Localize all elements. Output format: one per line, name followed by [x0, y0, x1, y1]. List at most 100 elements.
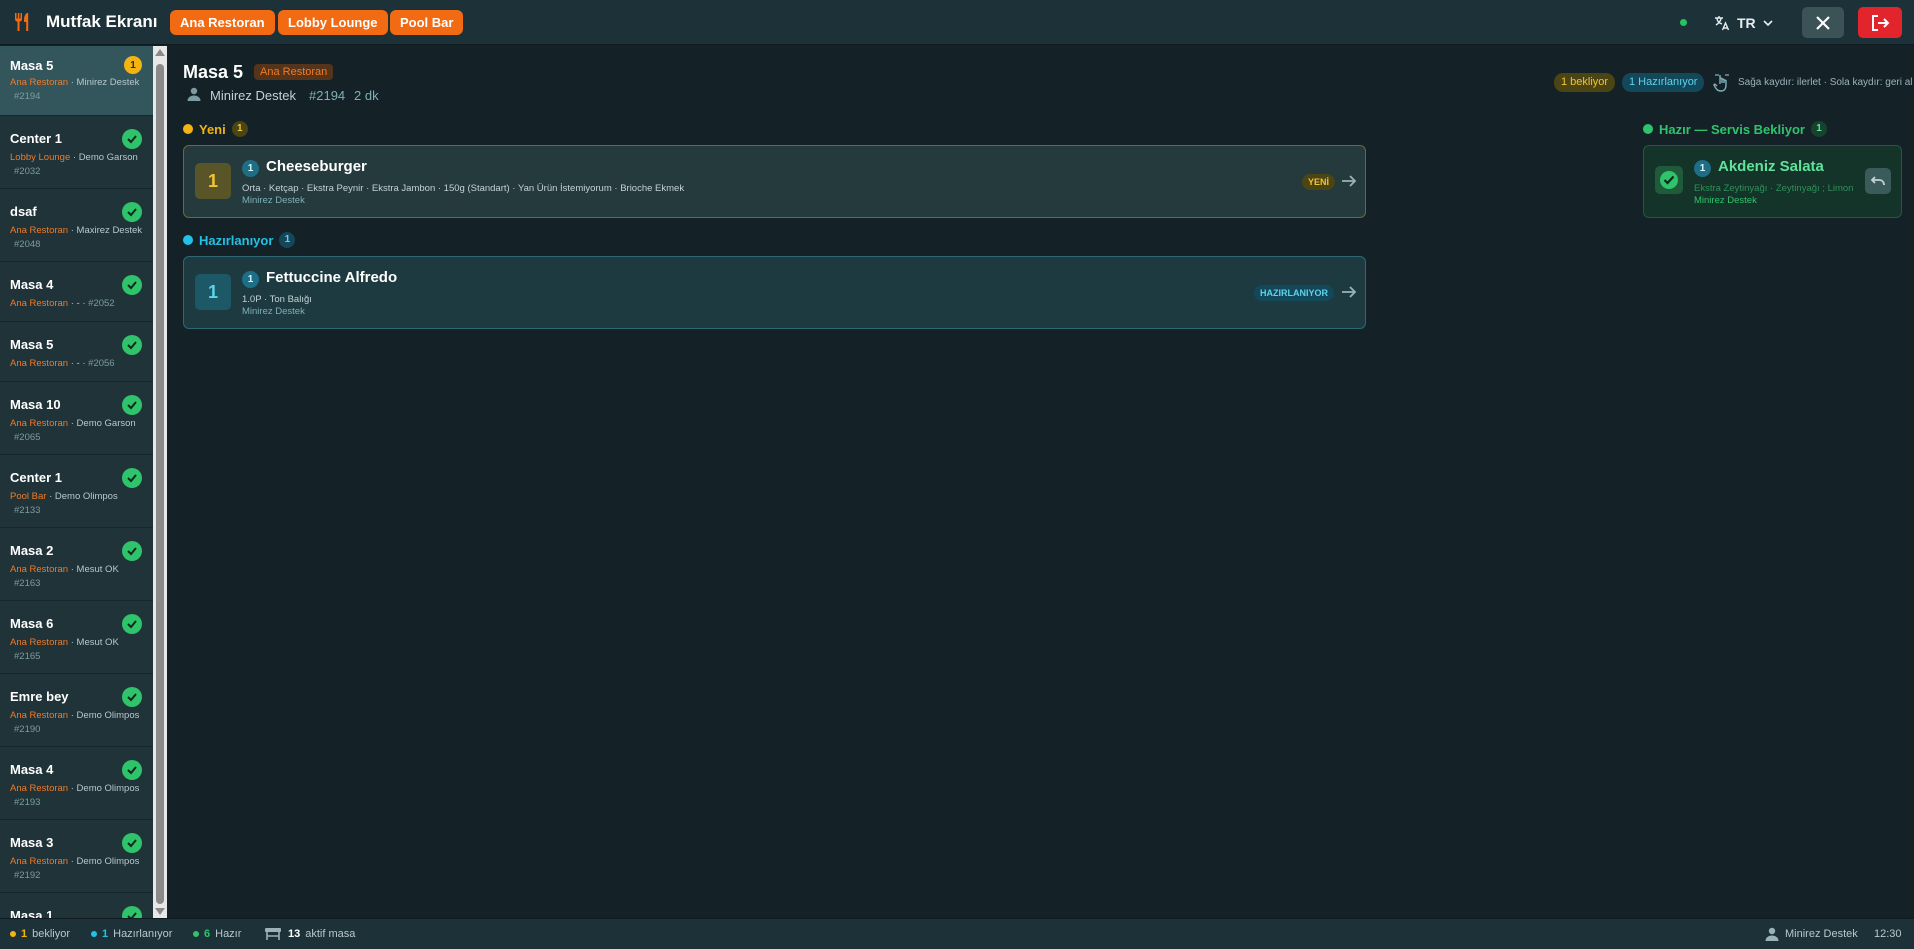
- check-circle-icon: [122, 760, 142, 780]
- section-ready-label: Hazır — Servis Bekliyor: [1659, 121, 1805, 137]
- item-card-new[interactable]: 1 1 Cheeseburger Orta · Ketçap · Ekstra …: [183, 145, 1366, 218]
- order-number: #2194: [309, 88, 346, 103]
- order-meta: Pool Bar · Demo Olimpos: [10, 491, 118, 502]
- order-title: Masa 5: [183, 62, 244, 82]
- order-list-item[interactable]: Center 1 Lobby Lounge · Demo Garson #203…: [0, 116, 153, 189]
- check-circle-icon: [122, 541, 142, 561]
- order-table-name: Masa 4: [10, 277, 54, 292]
- section-ready-header: Hazır — Servis Bekliyor 1: [1643, 121, 1827, 137]
- order-number: #2192: [14, 870, 41, 881]
- check-circle-icon: [122, 833, 142, 853]
- area-button-pool-bar[interactable]: Pool Bar: [390, 10, 464, 35]
- close-button[interactable]: [1802, 7, 1844, 38]
- check-circle-icon: [122, 906, 142, 918]
- status-badge-new: YENİ: [1302, 174, 1336, 190]
- translate-icon: [1715, 16, 1730, 31]
- order-list-item[interactable]: Emre bey Ana Restoran · Demo Olimpos #21…: [0, 674, 153, 747]
- order-meta: Ana Restoran · - · #2056: [10, 358, 115, 369]
- footer-user: Minirez Destek: [1764, 926, 1858, 942]
- swipe-hint: Sağa kaydır: ilerlet · Sola kaydır: geri…: [1738, 77, 1913, 88]
- order-number: #2065: [14, 432, 41, 443]
- user-icon: [187, 87, 201, 101]
- order-list-item[interactable]: Masa 10 Ana Restoran · Demo Garson #2065: [0, 382, 153, 455]
- check-circle-icon: [122, 129, 142, 149]
- item-name: Cheeseburger: [266, 158, 367, 175]
- waiting-count-pill: 1 bekliyor: [1554, 73, 1616, 92]
- order-table-name: Masa 2: [10, 543, 54, 558]
- area-button-ana-restoran[interactable]: Ana Restoran: [170, 10, 275, 35]
- logout-button[interactable]: [1858, 7, 1902, 38]
- chevron-down-icon: [1763, 20, 1773, 27]
- section-preparing-header: Hazırlanıyor 1: [183, 232, 296, 248]
- arrow-right-icon[interactable]: [1340, 283, 1358, 301]
- order-meta: Ana Restoran · Demo Garson: [10, 418, 136, 429]
- item-card-preparing[interactable]: 1 1 Fettuccine Alfredo 1.0P · Ton Balığı…: [183, 256, 1366, 329]
- order-meta: Ana Restoran · Minirez Destek: [10, 77, 140, 88]
- item-waiter: Minirez Destek: [242, 195, 305, 206]
- order-meta: Ana Restoran · Mesut OK: [10, 564, 119, 575]
- item-modifiers: 1.0P · Ton Balığı: [242, 294, 312, 305]
- section-ready-dot: [1643, 124, 1653, 134]
- section-preparing-count: 1: [279, 232, 296, 248]
- item-quantity-chip: 1: [1694, 160, 1711, 177]
- order-number: #2194: [14, 91, 41, 102]
- preparing-count-pill: 1 Hazırlanıyor: [1622, 73, 1705, 92]
- order-list-item[interactable]: Masa 5 1 Ana Restoran · Minirez Destek #…: [0, 46, 153, 116]
- order-list-item[interactable]: Masa 5 Ana Restoran · - · #2056: [0, 322, 153, 382]
- order-table-name: Masa 6: [10, 616, 54, 631]
- section-new-label: Yeni: [199, 121, 226, 137]
- order-table-name: Emre bey: [10, 689, 69, 704]
- undo-icon: [1870, 176, 1885, 186]
- check-circle-icon: [122, 275, 142, 295]
- check-circle-icon: [122, 614, 142, 634]
- top-bar: Mutfak Ekranı Ana Restoran Lobby Lounge …: [0, 0, 1914, 45]
- order-table-name: Masa 1: [10, 908, 54, 918]
- order-meta: Lobby Lounge · Demo Garson: [10, 152, 138, 163]
- section-new-header: Yeni 1: [183, 121, 248, 137]
- table-icon: [265, 928, 281, 940]
- section-ready-count: 1: [1810, 121, 1827, 137]
- order-list-item[interactable]: Center 1 Pool Bar · Demo Olimpos #2133: [0, 455, 153, 528]
- order-table-name: Masa 5: [10, 337, 54, 352]
- undo-button[interactable]: [1865, 168, 1891, 194]
- order-table-name: Center 1: [10, 131, 63, 146]
- footer-preparing: 1 Hazırlanıyor: [91, 928, 172, 940]
- sidebar-scrollbar[interactable]: [153, 46, 167, 918]
- order-list-item[interactable]: Masa 6 Ana Restoran · Mesut OK #2165: [0, 601, 153, 674]
- logout-icon: [1872, 14, 1890, 31]
- order-detail: Masa 5 Ana Restoran Minirez Destek #2194…: [168, 46, 1914, 918]
- swipe-hand-icon: [1713, 74, 1729, 92]
- check-circle-icon: [122, 335, 142, 355]
- item-modifiers: Ekstra Zeytinyağı · Zeytinyağı ; Limon: [1694, 183, 1854, 194]
- scroll-up-arrow-icon[interactable]: [155, 49, 165, 56]
- order-list-item[interactable]: dsaf Ana Restoran · Maxirez Destek #2048: [0, 189, 153, 262]
- footer-waiting: 1 bekliyor: [10, 928, 70, 940]
- order-table-name: Masa 10: [10, 397, 61, 412]
- item-waiter: Minirez Destek: [1694, 195, 1757, 206]
- order-meta: Ana Restoran · Demo Olimpos: [10, 783, 140, 794]
- order-list-item[interactable]: Masa 4 Ana Restoran · Demo Olimpos #2193: [0, 747, 153, 820]
- scrollbar-thumb[interactable]: [156, 64, 164, 904]
- order-list-item[interactable]: Masa 3 Ana Restoran · Demo Olimpos #2192: [0, 820, 153, 893]
- item-quantity-box: 1: [195, 274, 231, 310]
- item-quantity-box: 1: [195, 163, 231, 199]
- order-list-item[interactable]: Masa 2 Ana Restoran · Mesut OK #2163: [0, 528, 153, 601]
- scroll-down-arrow-icon[interactable]: [155, 908, 165, 915]
- arrow-right-icon[interactable]: [1340, 172, 1358, 190]
- check-circle-icon: [122, 395, 142, 415]
- order-number: #2190: [14, 724, 41, 735]
- item-card-ready[interactable]: 1 Akdeniz Salata Ekstra Zeytinyağı · Zey…: [1643, 145, 1902, 218]
- order-list-item[interactable]: Masa 1: [0, 893, 153, 918]
- check-circle-icon: [122, 468, 142, 488]
- area-button-lobby-lounge[interactable]: Lobby Lounge: [278, 10, 388, 35]
- footer-active-tables: 13 aktif masa: [263, 926, 355, 942]
- order-number: #2048: [14, 239, 41, 250]
- order-meta: Ana Restoran · Maxirez Destek: [10, 225, 143, 236]
- footer-clock: 12:30: [1874, 928, 1902, 940]
- language-selector[interactable]: TR: [1713, 12, 1774, 34]
- order-list-sidebar: Masa 5 1 Ana Restoran · Minirez Destek #…: [0, 46, 153, 918]
- section-preparing-label: Hazırlanıyor: [199, 232, 274, 248]
- order-list-item[interactable]: Masa 4 Ana Restoran · - · #2052: [0, 262, 153, 322]
- order-meta: Ana Restoran · Demo Olimpos: [10, 710, 140, 721]
- order-table-name: Masa 5: [10, 58, 54, 73]
